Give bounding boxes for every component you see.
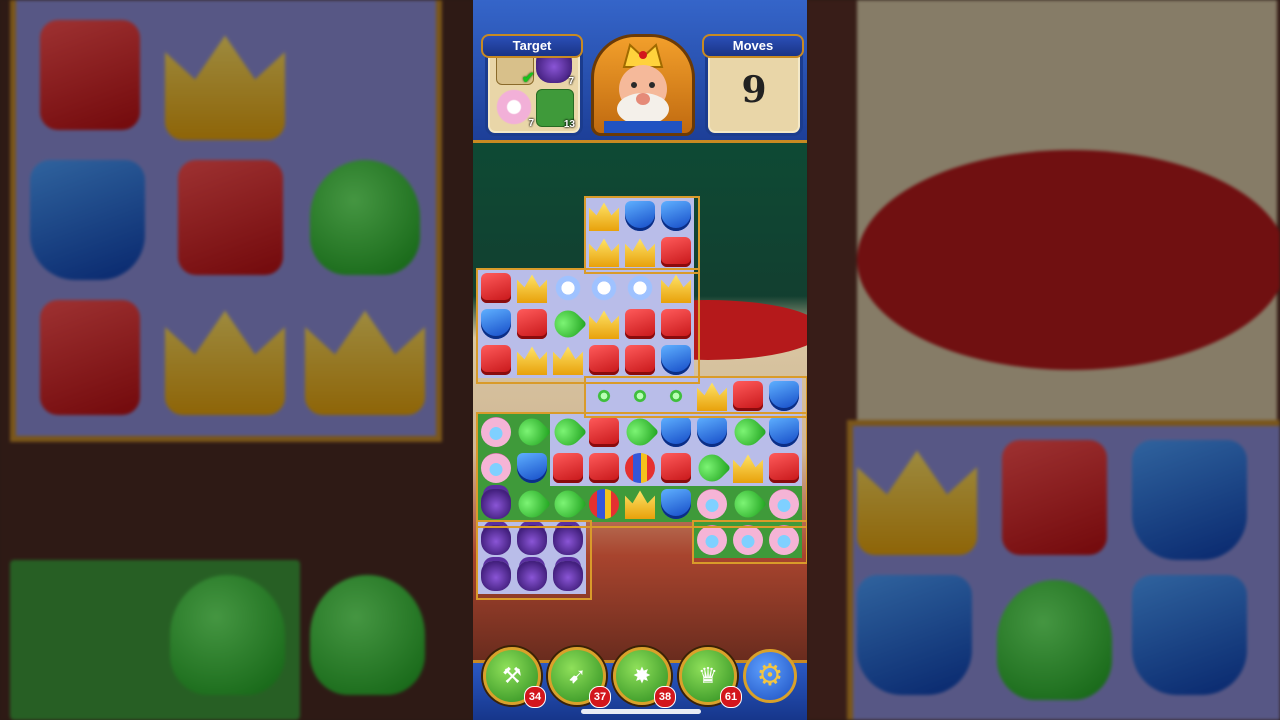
blue-shield-tile[interactable] [481,309,511,339]
background-blue-shield [30,160,145,280]
background-red-block [40,20,140,130]
arrow-booster[interactable]: ➹ 37 [548,647,611,708]
red-block-tile[interactable] [589,417,619,447]
target-title: Target [481,34,583,58]
moves-counter: 9 [741,69,767,111]
vase-target-count: 7 [568,76,574,87]
jester-booster-count: 61 [720,686,742,708]
background-left-zoomed [0,0,473,720]
pearl-shell-tile[interactable] [769,525,799,555]
hammer-icon: ⚒ [502,663,522,688]
king-face-icon [604,43,682,133]
red-block-tile[interactable] [625,309,655,339]
red-block-tile[interactable] [661,309,691,339]
red-block-tile[interactable] [481,273,511,303]
arrow-icon: ➹ [567,663,587,688]
striped-ball-tile[interactable] [589,489,619,519]
red-block-tile[interactable] [481,345,511,375]
blue-shield-tile[interactable] [661,489,691,519]
blue-shield-tile[interactable] [517,453,547,483]
pearl-target-count: 7 [528,118,534,129]
pearl-shell-tile[interactable] [769,489,799,519]
red-block-tile[interactable] [733,381,763,411]
grass-target-icon: 13 [536,89,575,130]
pearl-shell-tile[interactable] [481,453,511,483]
blue-shield-tile[interactable] [769,381,799,411]
pearl-shell-tile[interactable] [481,417,511,447]
red-block-tile[interactable] [661,453,691,483]
grass-target-count: 13 [563,119,575,130]
red-block-tile[interactable] [625,345,655,375]
background-carpet [857,150,1280,370]
background-right-zoomed [807,0,1280,720]
moves-title: Moves [702,34,804,58]
background-blue-shield [1132,440,1247,560]
blue-shield-tile[interactable] [769,417,799,447]
red-block-tile[interactable] [589,345,619,375]
jester-booster[interactable]: ♛ 61 [679,647,742,708]
hammer-booster[interactable]: ⚒ 34 [483,647,546,708]
background-red-block [40,300,140,415]
background-red-block [178,160,283,275]
purple-vase-tile[interactable] [481,489,511,519]
blue-shield-tile[interactable] [661,345,691,375]
background-green-leaf [310,575,425,695]
striped-ball-tile[interactable] [625,453,655,483]
purple-vase-tile[interactable] [517,525,547,555]
background-blue-shield [1132,575,1247,695]
red-block-tile[interactable] [553,453,583,483]
pearl-shell-target-icon: 7 [496,89,534,129]
cannon-booster-count: 38 [654,686,676,708]
home-indicator[interactable] [581,709,701,714]
purple-vase-tile[interactable] [481,525,511,555]
king-avatar [591,34,695,136]
settings-button[interactable]: ⚙ [743,649,797,703]
purple-vase-tile[interactable] [517,561,547,591]
leaf-spark-tile[interactable] [595,387,613,405]
leaf-spark-tile[interactable] [667,387,685,405]
background-green-leaf [310,160,420,275]
arrow-booster-count: 37 [589,686,611,708]
purple-vase-tile[interactable] [553,561,583,591]
top-hud: ✔ 7 7 13 Target 9 Moves [473,0,807,143]
red-block-tile[interactable] [517,309,547,339]
pearl-shell-tile[interactable] [733,525,763,555]
background-blue-shield [857,575,972,695]
pearl-shell-tile[interactable] [697,489,727,519]
red-block-tile[interactable] [589,453,619,483]
background-green-leaf [997,580,1112,700]
leaf-spark-tile[interactable] [631,387,649,405]
dust-cloud-tile[interactable] [553,273,583,303]
dust-cloud-tile[interactable] [589,273,619,303]
background-green-leaf [170,575,285,695]
hammer-booster-count: 34 [524,686,546,708]
blue-shield-tile[interactable] [661,201,691,231]
purple-vase-tile[interactable] [553,525,583,555]
gear-icon: ⚙ [756,659,784,692]
checkmark-icon: ✔ [521,70,535,87]
red-block-tile[interactable] [661,237,691,267]
background-red-block [1002,440,1107,555]
jester-hat-icon: ♛ [698,663,718,688]
cannon-booster[interactable]: ✸ 38 [613,647,676,708]
cannon-icon: ✸ [632,663,652,688]
blue-shield-tile[interactable] [697,417,727,447]
blue-shield-tile[interactable] [661,417,691,447]
game-screen: ✔ 7 7 13 Target 9 Moves ⚒ 34 ➹ 37 ✸ 38 ♛… [473,0,807,720]
red-block-tile[interactable] [769,453,799,483]
dust-cloud-tile[interactable] [625,273,655,303]
blue-shield-tile[interactable] [625,201,655,231]
pearl-shell-tile[interactable] [697,525,727,555]
purple-vase-tile[interactable] [481,561,511,591]
